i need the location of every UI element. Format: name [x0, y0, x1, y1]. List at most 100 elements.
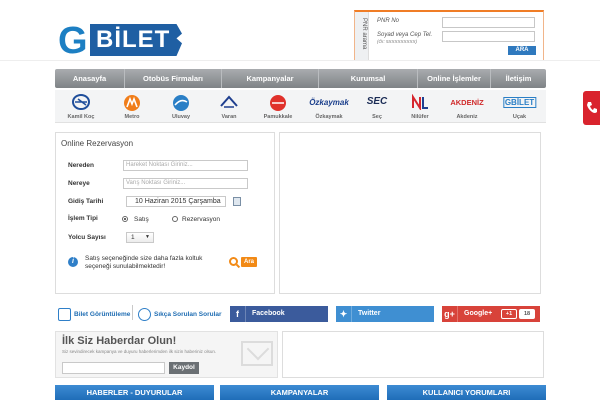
pnr-input[interactable]: [442, 17, 535, 28]
plus-one-badge[interactable]: +1: [501, 309, 517, 319]
strip-divider: [132, 305, 133, 320]
bus-company-bar: Kamil Koç Metro Uluvay Varan Pamukkale Ö…: [55, 90, 546, 123]
view-ticket-label: Bilet Görüntüleme: [74, 311, 131, 318]
brand-name: Kamil Koç: [67, 114, 95, 120]
banner-panel: [279, 132, 541, 294]
brand-name: Seç: [372, 114, 382, 120]
facebook-icon: f: [230, 306, 246, 322]
brand-pamukkale[interactable]: Pamukkale: [253, 90, 303, 123]
brand-uluvay[interactable]: Uluvay: [157, 90, 205, 123]
news-header[interactable]: HABERLER - DUYURULAR: [55, 385, 214, 400]
kamilkoc-logo-icon: [72, 94, 90, 110]
header-divider: [0, 60, 600, 61]
search-icon: [229, 257, 238, 266]
info-icon: i: [68, 257, 78, 267]
brand-akdeniz[interactable]: AKDENİZ Akdeniz: [441, 90, 493, 123]
info-text: Satış seçeneğinde size daha fazla koltuk…: [85, 255, 203, 270]
brand-ozkaymak[interactable]: Özkaymak Özkaymak: [303, 90, 355, 123]
nav-item-anasayfa[interactable]: Anasayfa: [55, 69, 125, 88]
pnr-search-button[interactable]: ARA: [508, 46, 536, 55]
logo-g: G: [58, 20, 88, 62]
facebook-label: Facebook: [252, 310, 285, 317]
newsletter-email-input[interactable]: [62, 362, 165, 374]
ozkaymak-logo-icon: Özkaymak: [309, 98, 349, 107]
pnr-side-label: PNR arama: [361, 18, 367, 50]
nav-item-online-islemler[interactable]: Online İşlemler: [418, 69, 491, 88]
phone-label: Soyad veya Cep Tel.: [377, 32, 433, 38]
facebook-button[interactable]: f Facebook: [230, 306, 328, 322]
date-label: Gidiş Tarihi: [68, 198, 104, 205]
brand-name: Uçak: [512, 114, 527, 120]
logo-word: BİLET: [96, 26, 171, 53]
radio-sale[interactable]: [122, 216, 128, 222]
newsletter-subtitle: Siz sevindirecek kampanya ve duyuru habe…: [62, 349, 217, 354]
brand-name: Uluvay: [171, 114, 191, 120]
newsletter-box: İlk Siz Haberdar Olun! Siz sevindirecek …: [55, 331, 278, 378]
brand-name: Nilüfer: [411, 114, 429, 120]
calendar-icon[interactable]: [233, 197, 241, 206]
count-label: Yolcu Sayısı: [68, 234, 106, 241]
brand-name: Varan: [221, 114, 237, 120]
ticket-icon: [58, 308, 71, 321]
main-nav: Anasayfa Otobüs Firmaları Kampanyalar Ku…: [55, 69, 546, 88]
nilufer-logo-icon: [412, 94, 428, 110]
brand-varan[interactable]: Varan: [205, 90, 253, 123]
pnr-label: PNR No: [377, 18, 400, 24]
nav-item-kurumsal[interactable]: Kurumsal: [319, 69, 418, 88]
brand-kamil-koc[interactable]: Kamil Koç: [55, 90, 107, 123]
twitter-button[interactable]: ✦ Twitter: [336, 306, 434, 322]
radio-reservation-label: Rezervasyon: [182, 216, 220, 223]
radio-sale-label: Satış: [134, 216, 149, 223]
question-icon: [138, 308, 151, 321]
radio-reservation[interactable]: [172, 216, 178, 222]
passenger-count-value: 1: [131, 234, 135, 241]
envelope-icon: [241, 341, 273, 366]
brand-nilufer[interactable]: Nilüfer: [399, 90, 441, 123]
gbilet-logo[interactable]: G BİLET: [58, 16, 188, 62]
pnr-search-box: PNR arama PNR No Soyad veya Cep Tel. (Ör…: [354, 10, 544, 61]
links-strip: Bilet Görüntüleme Sıkça Sorulan Sorular …: [55, 303, 546, 328]
nav-item-iletisim[interactable]: İletişim: [491, 69, 546, 88]
brand-name: Metro: [124, 114, 140, 120]
brand-metro[interactable]: Metro: [107, 90, 157, 123]
faq-label: Sıkça Sorulan Sorular: [154, 311, 222, 318]
brand-name: Akdeniz: [456, 114, 478, 120]
campaigns-header[interactable]: KAMPANYALAR: [220, 385, 379, 400]
ucak-logo-icon: GBİLET: [502, 97, 537, 108]
user-reviews-header[interactable]: KULLANICI YORUMLARI: [387, 385, 546, 400]
to-input[interactable]: Varış Noktası Giriniz...: [123, 178, 248, 189]
passenger-count-select[interactable]: 1 ▼: [126, 232, 154, 243]
twitter-icon: ✦: [336, 306, 352, 322]
phone-input[interactable]: [442, 31, 535, 42]
twitter-label: Twitter: [358, 310, 381, 317]
phone-hint: (Ör: 5XXXXXXXXX): [377, 39, 418, 44]
page: G BİLET PNR arama PNR No Soyad veya Cep …: [0, 0, 600, 400]
pamukkale-logo-icon: [270, 95, 286, 111]
date-input[interactable]: 10 Haziran 2015 Çarşamba: [126, 196, 226, 207]
metro-logo-icon: [124, 95, 140, 111]
nav-item-kampanyalar[interactable]: Kampanyalar: [222, 69, 319, 88]
pnr-side-tab: PNR arama: [355, 12, 369, 61]
uluvay-logo-icon: [173, 95, 189, 111]
search-button[interactable]: Ara: [241, 257, 257, 267]
type-label: İşlem Tipi: [68, 215, 98, 222]
newsletter-title: İlk Siz Haberdar Olun!: [62, 335, 177, 347]
phone-icon: [587, 102, 597, 113]
view-ticket-link[interactable]: Bilet Görüntüleme: [55, 306, 130, 325]
varan-logo-icon: [220, 95, 238, 108]
subscribe-button[interactable]: Kaydol: [169, 362, 199, 374]
reservation-form: Online Rezervasyon Nereden Hareket Nokta…: [55, 132, 275, 294]
google-plus-label: Google+: [464, 310, 493, 317]
secondary-banner: [282, 331, 544, 378]
to-label: Nereye: [68, 180, 90, 187]
google-plus-button[interactable]: g+ Google+ +1 18: [442, 306, 540, 322]
brand-sec[interactable]: SEC Seç: [355, 90, 399, 123]
brand-ucak[interactable]: GBİLET Uçak: [493, 90, 546, 123]
google-plus-icon: g+: [442, 306, 458, 322]
from-input[interactable]: Hareket Noktası Giriniz...: [123, 160, 248, 171]
call-us-tab[interactable]: [583, 91, 600, 125]
nav-item-otobus-firmalari[interactable]: Otobüs Firmaları: [125, 69, 222, 88]
brand-name: Özkaymak: [315, 114, 343, 120]
chevron-down-icon: ▼: [145, 234, 150, 240]
sec-logo-icon: SEC: [366, 96, 388, 107]
